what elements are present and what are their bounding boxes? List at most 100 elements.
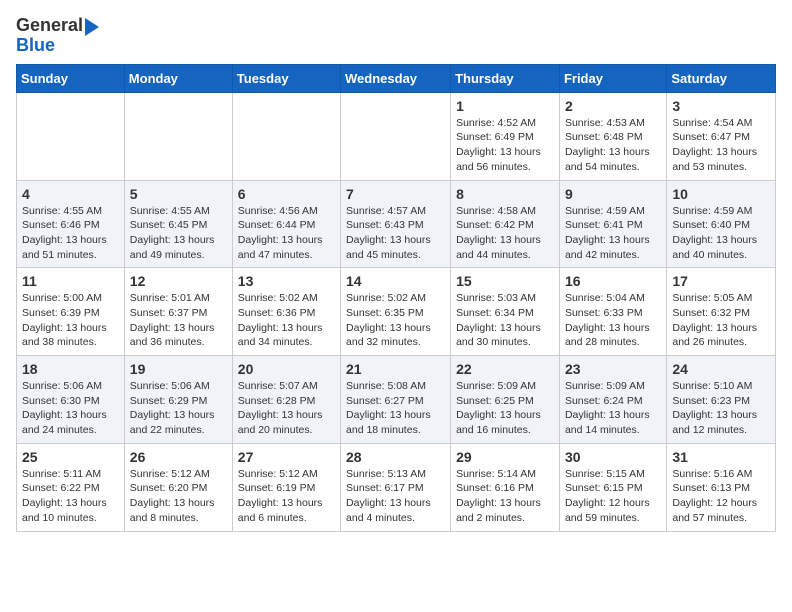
day-info: Sunrise: 4:57 AM Sunset: 6:43 PM Dayligh… — [346, 204, 445, 263]
calendar-cell: 26Sunrise: 5:12 AM Sunset: 6:20 PM Dayli… — [124, 443, 232, 531]
calendar-cell: 5 Sunrise: 4:55 AM Sunset: 6:45 PM Daylig… — [124, 180, 232, 268]
weekday-header-thursday: Thursday — [451, 64, 560, 92]
weekday-header-tuesday: Tuesday — [232, 64, 340, 92]
day-number: 5 — [130, 186, 227, 202]
day-info: Sunrise: 5:09 AM Sunset: 6:25 PM Dayligh… — [456, 379, 554, 438]
calendar-cell: 27 Sunrise: 5:12 AM Sunset: 6:19 PM Dayli… — [232, 443, 340, 531]
calendar-cell — [232, 92, 340, 180]
day-number: 8 — [456, 186, 554, 202]
weekday-header-friday: Friday — [559, 64, 666, 92]
calendar-cell: 29Sunrise: 5:14 AM Sunset: 6:16 PM Dayli… — [451, 443, 560, 531]
day-number: 6 — [238, 186, 335, 202]
day-info: Sunrise: 4:59 AM Sunset: 6:41 PM Dayligh… — [565, 204, 661, 263]
day-number: 16 — [565, 273, 661, 289]
day-info: Sunrise: 5:10 AM Sunset: 6:23 PM Dayligh… — [672, 379, 770, 438]
day-number: 23 — [565, 361, 661, 377]
day-info: Sunrise: 5:08 AM Sunset: 6:27 PM Dayligh… — [346, 379, 445, 438]
calendar-cell: 7 Sunrise: 4:57 AM Sunset: 6:43 PM Daylig… — [341, 180, 451, 268]
calendar-cell: 2Sunrise: 4:53 AM Sunset: 6:48 PM Daylig… — [559, 92, 666, 180]
calendar-cell: 24Sunrise: 5:10 AM Sunset: 6:23 PM Dayli… — [667, 356, 776, 444]
calendar-week-row: 4 Sunrise: 4:55 AM Sunset: 6:46 PM Daylig… — [17, 180, 776, 268]
day-info: Sunrise: 5:12 AM Sunset: 6:19 PM Dayligh… — [238, 467, 335, 526]
calendar-week-row: 18 Sunrise: 5:06 AM Sunset: 6:30 PM Dayli… — [17, 356, 776, 444]
day-number: 31 — [672, 449, 770, 465]
day-number: 30 — [565, 449, 661, 465]
weekday-header-row: SundayMondayTuesdayWednesdayThursdayFrid… — [17, 64, 776, 92]
day-number: 19 — [130, 361, 227, 377]
calendar-cell: 11Sunrise: 5:00 AM Sunset: 6:39 PM Dayli… — [17, 268, 125, 356]
calendar-cell: 30 Sunrise: 5:15 AM Sunset: 6:15 PM Dayli… — [559, 443, 666, 531]
day-number: 13 — [238, 273, 335, 289]
day-number: 1 — [456, 98, 554, 114]
day-number: 11 — [22, 273, 119, 289]
calendar-cell: 15 Sunrise: 5:03 AM Sunset: 6:34 PM Dayli… — [451, 268, 560, 356]
calendar-cell: 28 Sunrise: 5:13 AM Sunset: 6:17 PM Dayli… — [341, 443, 451, 531]
calendar-cell — [17, 92, 125, 180]
day-info: Sunrise: 5:06 AM Sunset: 6:30 PM Dayligh… — [22, 379, 119, 438]
day-number: 2 — [565, 98, 661, 114]
calendar-cell: 25 Sunrise: 5:11 AM Sunset: 6:22 PM Dayli… — [17, 443, 125, 531]
day-number: 18 — [22, 361, 119, 377]
calendar-cell: 10 Sunrise: 4:59 AM Sunset: 6:40 PM Dayli… — [667, 180, 776, 268]
day-number: 10 — [672, 186, 770, 202]
logo-general: General — [16, 16, 83, 36]
calendar-cell — [341, 92, 451, 180]
day-info: Sunrise: 4:52 AM Sunset: 6:49 PM Dayligh… — [456, 116, 554, 175]
day-number: 9 — [565, 186, 661, 202]
day-info: Sunrise: 5:02 AM Sunset: 6:36 PM Dayligh… — [238, 291, 335, 350]
calendar-cell: 12Sunrise: 5:01 AM Sunset: 6:37 PM Dayli… — [124, 268, 232, 356]
logo-triangle-icon — [85, 18, 99, 36]
day-number: 7 — [346, 186, 445, 202]
day-info: Sunrise: 5:06 AM Sunset: 6:29 PM Dayligh… — [130, 379, 227, 438]
calendar-cell: 19 Sunrise: 5:06 AM Sunset: 6:29 PM Dayli… — [124, 356, 232, 444]
day-number: 25 — [22, 449, 119, 465]
day-info: Sunrise: 4:54 AM Sunset: 6:47 PM Dayligh… — [672, 116, 770, 175]
page-container: General Blue SundayMondayTuesdayWednesda… — [0, 0, 792, 542]
calendar-cell: 3 Sunrise: 4:54 AM Sunset: 6:47 PM Daylig… — [667, 92, 776, 180]
day-number: 3 — [672, 98, 770, 114]
calendar-week-row: 11Sunrise: 5:00 AM Sunset: 6:39 PM Dayli… — [17, 268, 776, 356]
day-number: 22 — [456, 361, 554, 377]
day-info: Sunrise: 4:55 AM Sunset: 6:45 PM Dayligh… — [130, 204, 227, 263]
day-info: Sunrise: 5:01 AM Sunset: 6:37 PM Dayligh… — [130, 291, 227, 350]
calendar-cell: 8 Sunrise: 4:58 AM Sunset: 6:42 PM Daylig… — [451, 180, 560, 268]
weekday-header-monday: Monday — [124, 64, 232, 92]
day-number: 28 — [346, 449, 445, 465]
calendar-cell: 20Sunrise: 5:07 AM Sunset: 6:28 PM Dayli… — [232, 356, 340, 444]
calendar-week-row: 25 Sunrise: 5:11 AM Sunset: 6:22 PM Dayli… — [17, 443, 776, 531]
logo: General Blue — [16, 16, 99, 56]
calendar-week-row: 1 Sunrise: 4:52 AM Sunset: 6:49 PM Daylig… — [17, 92, 776, 180]
calendar-cell: 17Sunrise: 5:05 AM Sunset: 6:32 PM Dayli… — [667, 268, 776, 356]
calendar-cell: 4 Sunrise: 4:55 AM Sunset: 6:46 PM Daylig… — [17, 180, 125, 268]
calendar-cell: 23Sunrise: 5:09 AM Sunset: 6:24 PM Dayli… — [559, 356, 666, 444]
day-number: 27 — [238, 449, 335, 465]
day-info: Sunrise: 4:59 AM Sunset: 6:40 PM Dayligh… — [672, 204, 770, 263]
day-number: 4 — [22, 186, 119, 202]
calendar-table: SundayMondayTuesdayWednesdayThursdayFrid… — [16, 64, 776, 532]
calendar-cell: 1 Sunrise: 4:52 AM Sunset: 6:49 PM Daylig… — [451, 92, 560, 180]
weekday-header-sunday: Sunday — [17, 64, 125, 92]
day-info: Sunrise: 5:13 AM Sunset: 6:17 PM Dayligh… — [346, 467, 445, 526]
calendar-cell — [124, 92, 232, 180]
calendar-cell: 9 Sunrise: 4:59 AM Sunset: 6:41 PM Daylig… — [559, 180, 666, 268]
day-info: Sunrise: 5:03 AM Sunset: 6:34 PM Dayligh… — [456, 291, 554, 350]
day-info: Sunrise: 4:58 AM Sunset: 6:42 PM Dayligh… — [456, 204, 554, 263]
calendar-cell: 21Sunrise: 5:08 AM Sunset: 6:27 PM Dayli… — [341, 356, 451, 444]
day-number: 29 — [456, 449, 554, 465]
weekday-header-wednesday: Wednesday — [341, 64, 451, 92]
day-number: 14 — [346, 273, 445, 289]
day-info: Sunrise: 5:07 AM Sunset: 6:28 PM Dayligh… — [238, 379, 335, 438]
day-info: Sunrise: 5:11 AM Sunset: 6:22 PM Dayligh… — [22, 467, 119, 526]
day-info: Sunrise: 5:15 AM Sunset: 6:15 PM Dayligh… — [565, 467, 661, 526]
calendar-cell: 14Sunrise: 5:02 AM Sunset: 6:35 PM Dayli… — [341, 268, 451, 356]
weekday-header-saturday: Saturday — [667, 64, 776, 92]
calendar-cell: 16 Sunrise: 5:04 AM Sunset: 6:33 PM Dayli… — [559, 268, 666, 356]
day-info: Sunrise: 4:55 AM Sunset: 6:46 PM Dayligh… — [22, 204, 119, 263]
day-info: Sunrise: 5:16 AM Sunset: 6:13 PM Dayligh… — [672, 467, 770, 526]
calendar-cell: 31 Sunrise: 5:16 AM Sunset: 6:13 PM Dayli… — [667, 443, 776, 531]
day-number: 26 — [130, 449, 227, 465]
day-info: Sunrise: 4:56 AM Sunset: 6:44 PM Dayligh… — [238, 204, 335, 263]
day-number: 15 — [456, 273, 554, 289]
day-info: Sunrise: 5:05 AM Sunset: 6:32 PM Dayligh… — [672, 291, 770, 350]
day-info: Sunrise: 5:04 AM Sunset: 6:33 PM Dayligh… — [565, 291, 661, 350]
